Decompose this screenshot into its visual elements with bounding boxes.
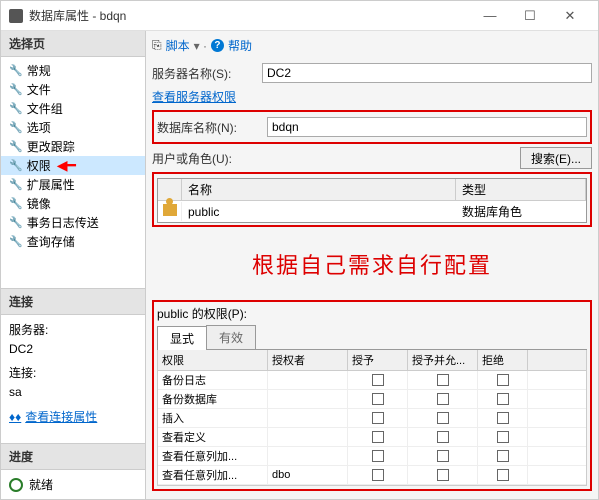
db-name-label: 数据库名称(N): xyxy=(157,119,267,136)
deny-checkbox[interactable] xyxy=(497,431,509,443)
content-area: ⎘ 脚本 ▾ · ? 帮助 服务器名称(S): 查看服务器权限 数据库名称(N)… xyxy=(146,31,598,499)
sidebar: 选择页 🔧常规🔧文件🔧文件组🔧选项🔧更改跟踪🔧权限◀━🔧扩展属性🔧镜像🔧事务日志… xyxy=(1,31,146,499)
wrench-icon: 🔧 xyxy=(9,83,23,96)
page-tree: 🔧常规🔧文件🔧文件组🔧选项🔧更改跟踪🔧权限◀━🔧扩展属性🔧镜像🔧事务日志传送🔧查… xyxy=(1,57,145,255)
sidebar-item-事务日志传送[interactable]: 🔧事务日志传送 xyxy=(1,213,145,232)
server-name-label: 服务器名称(S): xyxy=(152,65,262,82)
sidebar-item-权限[interactable]: 🔧权限◀━ xyxy=(1,156,145,175)
connection-info: 服务器: DC2 连接: sa ♦♦查看连接属性 xyxy=(1,315,145,433)
db-name-highlight: 数据库名称(N): xyxy=(152,110,592,144)
grant-checkbox[interactable] xyxy=(372,469,384,481)
withgrant-checkbox[interactable] xyxy=(437,469,449,481)
permissions-highlight: public 的权限(P): 显式 有效 权限 授权者 授予 授予并允... 拒… xyxy=(152,300,592,491)
arrow-annotation: ◀━ xyxy=(57,157,76,174)
sidebar-item-更改跟踪[interactable]: 🔧更改跟踪 xyxy=(1,137,145,156)
col-name: 名称 xyxy=(182,179,456,200)
server-label: 服务器: xyxy=(9,321,137,340)
user-role-label: 用户或角色(U): xyxy=(152,150,262,167)
select-page-header: 选择页 xyxy=(1,31,145,57)
permissions-title: public 的权限(P): xyxy=(157,305,587,322)
perm-row[interactable]: 查看定义 xyxy=(158,428,586,447)
withgrant-checkbox[interactable] xyxy=(437,431,449,443)
server-name-input[interactable] xyxy=(262,63,592,83)
col-permission: 权限 xyxy=(158,350,268,370)
row-name: public xyxy=(182,203,456,221)
sidebar-item-常规[interactable]: 🔧常规 xyxy=(1,61,145,80)
server-value: DC2 xyxy=(9,340,137,359)
col-withgrant: 授予并允... xyxy=(408,350,478,370)
grid-row-public[interactable]: public 数据库角色 xyxy=(158,201,586,222)
perm-row[interactable]: 查看任意列加... xyxy=(158,447,586,466)
grant-checkbox[interactable] xyxy=(372,412,384,424)
connection-header: 连接 xyxy=(1,288,145,315)
wrench-icon: 🔧 xyxy=(9,216,23,229)
sidebar-item-扩展属性[interactable]: 🔧扩展属性 xyxy=(1,175,145,194)
window-title: 数据库属性 - bdqn xyxy=(29,7,470,24)
tab-effective[interactable]: 有效 xyxy=(206,325,256,349)
wrench-icon: 🔧 xyxy=(9,102,23,115)
permissions-grid[interactable]: 权限 授权者 授予 授予并允... 拒绝 备份日志备份数据库插入查看定义查看任意… xyxy=(157,350,587,486)
annotation-text: 根据自己需求自行配置 xyxy=(152,230,592,298)
role-icon xyxy=(163,204,177,216)
withgrant-checkbox[interactable] xyxy=(437,412,449,424)
wrench-icon: 🔧 xyxy=(9,121,23,134)
conn-label: 连接: xyxy=(9,364,137,383)
wrench-icon: 🔧 xyxy=(9,140,23,153)
col-grantor: 授权者 xyxy=(268,350,348,370)
db-name-input[interactable] xyxy=(267,117,587,137)
wrench-icon: 🔧 xyxy=(9,159,23,172)
tab-explicit[interactable]: 显式 xyxy=(157,326,207,350)
grant-checkbox[interactable] xyxy=(372,374,384,386)
withgrant-checkbox[interactable] xyxy=(437,374,449,386)
withgrant-checkbox[interactable] xyxy=(437,393,449,405)
deny-checkbox[interactable] xyxy=(497,412,509,424)
view-server-permissions-link[interactable]: 查看服务器权限 xyxy=(152,88,236,105)
view-connection-properties-link[interactable]: ♦♦查看连接属性 xyxy=(9,408,137,427)
deny-checkbox[interactable] xyxy=(497,450,509,462)
sidebar-item-文件组[interactable]: 🔧文件组 xyxy=(1,99,145,118)
maximize-button[interactable]: ☐ xyxy=(510,2,550,30)
conn-value: sa xyxy=(9,383,137,402)
sidebar-item-文件[interactable]: 🔧文件 xyxy=(1,80,145,99)
search-button[interactable]: 搜索(E)... xyxy=(520,147,592,169)
withgrant-checkbox[interactable] xyxy=(437,450,449,462)
user-role-grid[interactable]: 名称 类型 public 数据库角色 xyxy=(157,178,587,223)
col-type: 类型 xyxy=(456,179,586,200)
wrench-icon: 🔧 xyxy=(9,235,23,248)
deny-checkbox[interactable] xyxy=(497,374,509,386)
col-deny: 拒绝 xyxy=(478,350,528,370)
progress-icon xyxy=(9,478,23,492)
toolbar: ⎘ 脚本 ▾ · ? 帮助 xyxy=(152,35,592,60)
close-button[interactable]: ✕ xyxy=(550,2,590,30)
minimize-button[interactable]: — xyxy=(470,2,510,30)
help-link[interactable]: 帮助 xyxy=(228,37,252,54)
progress-header: 进度 xyxy=(1,443,145,470)
deny-checkbox[interactable] xyxy=(497,469,509,481)
deny-checkbox[interactable] xyxy=(497,393,509,405)
sidebar-item-选项[interactable]: 🔧选项 xyxy=(1,118,145,137)
grant-checkbox[interactable] xyxy=(372,450,384,462)
perm-row[interactable]: 备份日志 xyxy=(158,371,586,390)
wrench-icon: 🔧 xyxy=(9,197,23,210)
col-grant: 授予 xyxy=(348,350,408,370)
database-icon xyxy=(9,9,23,23)
wrench-icon: 🔧 xyxy=(9,178,23,191)
wrench-icon: 🔧 xyxy=(9,64,23,77)
progress-status: 就绪 xyxy=(29,476,53,493)
grant-checkbox[interactable] xyxy=(372,393,384,405)
progress-block: 就绪 xyxy=(1,470,145,499)
perm-row[interactable]: 插入 xyxy=(158,409,586,428)
help-icon: ? xyxy=(211,39,224,52)
script-icon: ⎘ xyxy=(152,38,162,53)
titlebar: 数据库属性 - bdqn — ☐ ✕ xyxy=(1,1,598,31)
perm-row[interactable]: 备份数据库 xyxy=(158,390,586,409)
script-link[interactable]: 脚本 xyxy=(166,37,190,54)
sidebar-item-查询存储[interactable]: 🔧查询存储 xyxy=(1,232,145,251)
user-role-grid-highlight: 名称 类型 public 数据库角色 xyxy=(152,172,592,227)
row-type: 数据库角色 xyxy=(456,201,586,222)
permission-tabs: 显式 有效 xyxy=(157,325,587,350)
sidebar-item-镜像[interactable]: 🔧镜像 xyxy=(1,194,145,213)
perm-row[interactable]: 查看任意列加...dbo xyxy=(158,466,586,485)
grant-checkbox[interactable] xyxy=(372,431,384,443)
